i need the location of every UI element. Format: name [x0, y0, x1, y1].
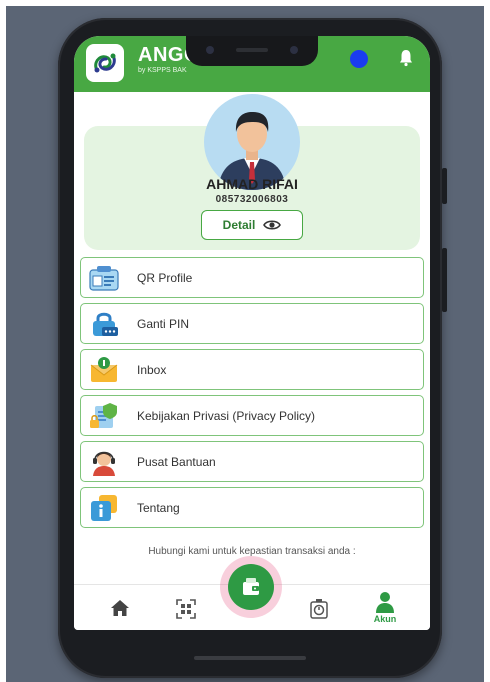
menu-item-inbox[interactable]: Inbox	[80, 349, 424, 390]
info-icon	[91, 495, 117, 521]
id-card-icon	[89, 266, 119, 291]
qr-scan-icon[interactable]	[176, 599, 196, 619]
menu-item-label: Kebijakan Privasi (Privacy Policy)	[137, 409, 316, 423]
detail-button[interactable]: Detail	[201, 210, 303, 240]
wallet-icon	[243, 578, 259, 595]
wallet-fab-core	[228, 564, 274, 610]
front-camera	[206, 46, 214, 54]
lock-pin-icon	[93, 312, 118, 336]
camera-notch	[186, 36, 318, 66]
menu-item-qr-profile[interactable]: QR Profile	[80, 257, 424, 298]
volume-button	[442, 168, 447, 204]
profile-name: AHMAD RIFAI	[206, 176, 298, 192]
menu-item-privacy-policy[interactable]: Kebijakan Privasi (Privacy Policy)	[80, 395, 424, 436]
home-indicator	[194, 656, 306, 660]
privacy-shield-icon	[90, 403, 117, 428]
bell-icon[interactable]	[399, 49, 413, 67]
app-logo	[86, 44, 124, 82]
eye-icon	[263, 220, 282, 230]
menu-item-label: QR Profile	[137, 271, 193, 285]
menu-item-tentang[interactable]: Tentang	[80, 487, 424, 528]
status-dot	[350, 50, 368, 68]
envelope-icon	[90, 357, 118, 382]
logo-icon	[94, 53, 116, 73]
wallet-fab[interactable]	[220, 556, 282, 618]
menu-item-pusat-bantuan[interactable]: Pusat Bantuan	[80, 441, 424, 482]
menu-item-label: Inbox	[137, 363, 167, 377]
detail-button-label: Detail	[222, 218, 256, 232]
account-icon[interactable]	[374, 591, 396, 613]
nav-label-akun[interactable]: Akun	[370, 614, 400, 624]
earpiece-speaker	[236, 48, 268, 52]
menu-item-label: Pusat Bantuan	[137, 455, 216, 469]
menu-item-ganti-pin[interactable]: Ganti PIN	[80, 303, 424, 344]
app-header: ANGG by KSPPS BAK	[74, 36, 430, 92]
home-icon[interactable]	[110, 599, 130, 617]
timer-icon[interactable]	[310, 599, 328, 619]
profile-phone: 085732006803	[215, 194, 289, 205]
power-button	[442, 248, 447, 312]
support-agent-icon	[93, 451, 115, 476]
app-screen: ANGG by KSPPS BAK AHMAD RIFAI 0857320068…	[74, 36, 430, 630]
front-sensor	[290, 46, 298, 54]
menu-item-label: Ganti PIN	[137, 317, 190, 331]
app-subtitle: by KSPPS BAK	[138, 67, 187, 74]
menu-item-label: Tentang	[137, 501, 180, 515]
